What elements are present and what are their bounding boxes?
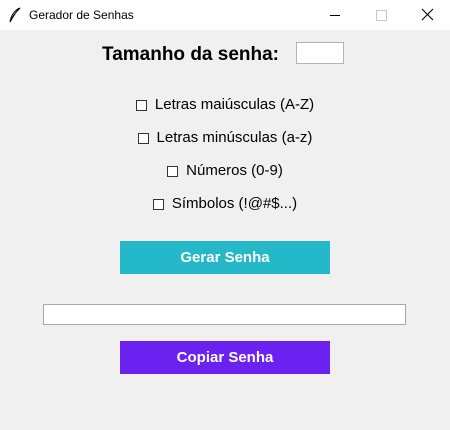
numbers-label: Números (0-9)	[186, 162, 283, 179]
copy-password-button[interactable]: Copiar Senha	[120, 341, 330, 374]
password-size-row: Tamanho da senha:	[0, 42, 450, 66]
app-window: Gerador de Senhas Tamanho da senha: Letr…	[0, 0, 450, 430]
numbers-checkbox[interactable]	[167, 165, 179, 177]
feather-icon	[8, 7, 22, 23]
lowercase-checkbox[interactable]	[137, 132, 149, 144]
option-lowercase[interactable]: Letras minúsculas (a-z)	[0, 129, 450, 149]
uppercase-checkbox[interactable]	[135, 99, 147, 111]
password-size-label: Tamanho da senha:	[102, 44, 280, 65]
maximize-button[interactable]	[358, 0, 404, 30]
minimize-button[interactable]	[312, 0, 358, 30]
close-icon	[421, 8, 434, 21]
option-numbers[interactable]: Números (0-9)	[0, 162, 450, 182]
option-uppercase[interactable]: Letras maiúsculas (A-Z)	[0, 96, 450, 116]
option-symbols[interactable]: Símbolos (!@#$...)	[0, 195, 450, 215]
uppercase-label: Letras maiúsculas (A-Z)	[154, 96, 315, 113]
title-bar: Gerador de Senhas	[0, 0, 450, 30]
password-output-field[interactable]	[43, 304, 406, 325]
maximize-icon	[376, 10, 387, 21]
lowercase-label: Letras minúsculas (a-z)	[156, 129, 313, 146]
generate-password-button[interactable]: Gerar Senha	[120, 241, 330, 274]
symbols-checkbox[interactable]	[152, 198, 164, 210]
password-size-input[interactable]	[296, 42, 344, 64]
close-button[interactable]	[404, 0, 450, 30]
window-title: Gerador de Senhas	[29, 8, 134, 22]
minimize-icon	[330, 15, 340, 16]
symbols-label: Símbolos (!@#$...)	[171, 195, 298, 212]
